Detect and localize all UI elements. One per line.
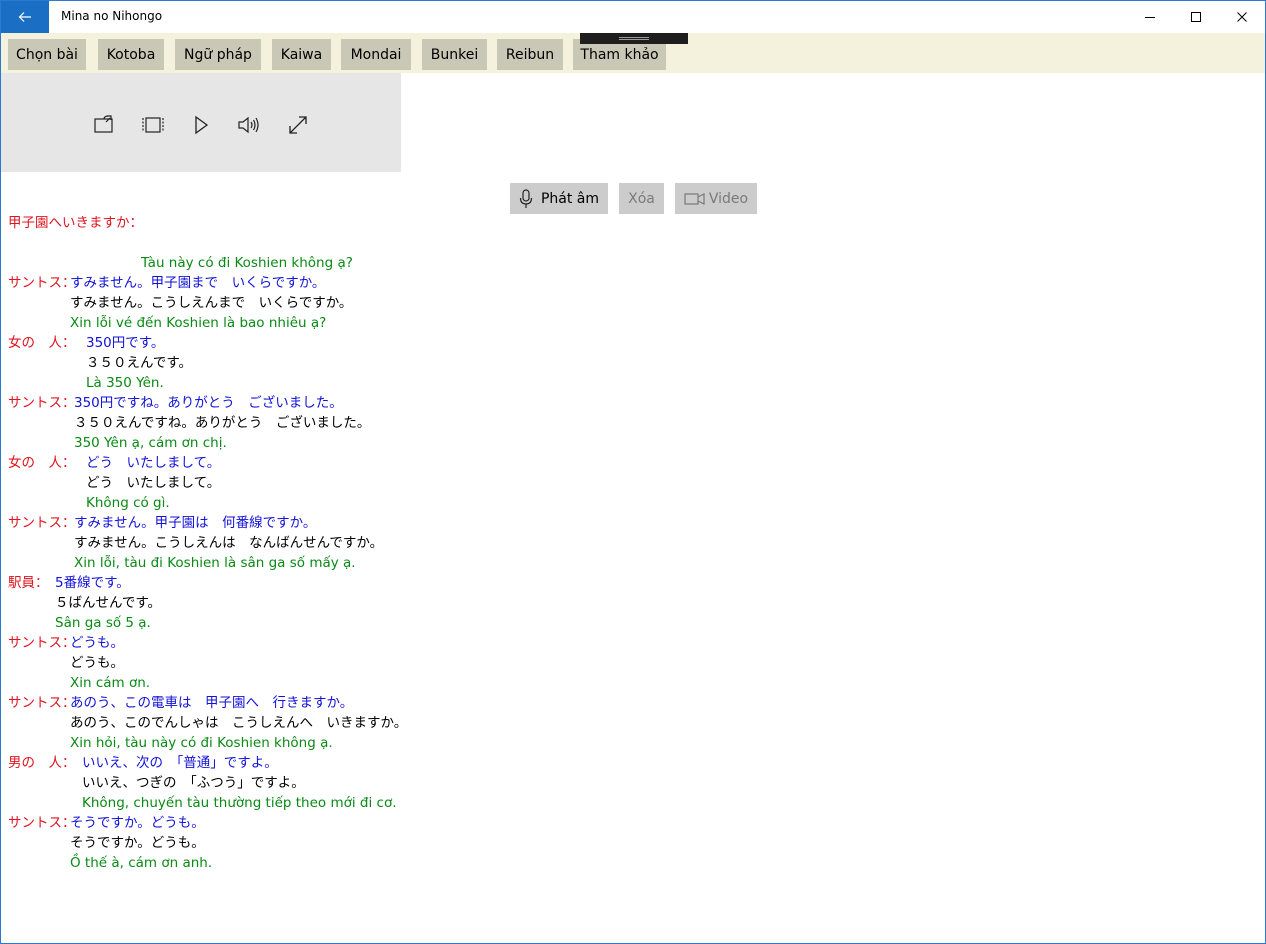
dialogue-intro: Tàu này có đi Koshien không ạ? (141, 255, 353, 271)
tab-chon-bai[interactable]: Chọn bài (8, 39, 86, 70)
play-icon (195, 115, 209, 135)
japanese-line: どうも。 (70, 635, 124, 651)
japanese-line: 350円です。 (86, 335, 165, 351)
video-button[interactable]: Video (675, 183, 757, 214)
reading-line: あのう、このでんしゃは こうしえんへ いきますか。 (70, 715, 408, 731)
title-bar: Mina no Nihongo (1, 1, 1265, 33)
vietnamese-line: Xin cám ơn. (70, 675, 151, 691)
minimize-icon (1145, 17, 1155, 18)
aspect-ratio-icon (142, 117, 164, 133)
drag-handle[interactable] (580, 33, 688, 44)
media-player (1, 73, 401, 172)
tab-reibun[interactable]: Reibun (497, 39, 563, 70)
vietnamese-line: Không, chuyến tàu thường tiếp theo mới đ… (82, 795, 397, 811)
close-button[interactable] (1219, 1, 1265, 33)
japanese-line: どう いたしまして。 (86, 455, 221, 471)
speaker-label: サントス： (8, 395, 76, 411)
record-button[interactable]: Phát âm (510, 183, 608, 214)
maximize-icon (1191, 12, 1201, 22)
reading-line: ５ばんせんです。 (55, 595, 161, 611)
tab-ngu-phap[interactable]: Ngữ pháp (175, 39, 261, 70)
fullscreen-icon (289, 116, 307, 134)
video-camera-icon (684, 192, 705, 205)
cast-icon (94, 115, 113, 133)
tab-mondai[interactable]: Mondai (341, 39, 411, 70)
tab-kaiwa[interactable]: Kaiwa (272, 39, 331, 70)
reading-line: どう いたしまして。 (86, 475, 221, 491)
speaker-label: 女の 人： (8, 335, 76, 351)
fullscreen-button[interactable] (286, 113, 310, 137)
speaker-label: サントス： (8, 635, 76, 651)
reading-line: ３５０えんですね。ありがとう ございました。 (74, 415, 371, 431)
vietnamese-line: Không có gì. (86, 495, 170, 511)
vietnamese-line: Xin lỗi vé đến Koshien là bao nhiêu ạ? (70, 315, 327, 331)
dialogue-title: 甲子園へいきますか： (8, 215, 143, 231)
japanese-line: すみません。甲子園は 何番線ですか。 (74, 515, 317, 531)
reading-line: ３５０えんです。 (86, 355, 192, 371)
speaker-label: サントス： (8, 815, 76, 831)
japanese-line: すみません。甲子園まで いくらですか。 (70, 275, 326, 291)
reading-line: どうも。 (70, 655, 124, 671)
speaker-label: サントス： (8, 515, 76, 531)
maximize-button[interactable] (1173, 1, 1219, 33)
back-arrow-icon (18, 12, 31, 22)
vietnamese-line: Xin hỏi, tàu này có đi Koshien không ạ. (70, 735, 333, 751)
tab-kotoba[interactable]: Kotoba (98, 39, 164, 70)
delete-button[interactable]: Xóa (619, 183, 664, 214)
japanese-line: あのう、この電車は 甲子園へ 行きますか。 (70, 695, 354, 711)
back-button[interactable] (1, 1, 49, 33)
reading-line: そうですか。どうも。 (70, 835, 205, 851)
delete-label: Xóa (628, 190, 655, 207)
window-title: Mina no Nihongo (61, 9, 163, 23)
grip-line (619, 39, 649, 40)
reading-line: すみません。こうしえんまで いくらですか。 (70, 295, 353, 311)
minimize-button[interactable] (1127, 1, 1173, 33)
speaker-label: サントス： (8, 275, 76, 291)
vietnamese-line: Xin lỗi, tàu đi Koshien là sân ga số mấy… (74, 555, 356, 571)
vietnamese-line: Sân ga số 5 ạ. (55, 615, 151, 631)
speaker-label: サントス： (8, 695, 76, 711)
reading-line: すみません。こうしえんは なんばんせんですか。 (74, 535, 384, 551)
record-label: Phát âm (540, 190, 600, 207)
grip-line (619, 37, 649, 38)
microphone-icon (519, 188, 533, 208)
volume-button[interactable] (237, 113, 261, 137)
japanese-line: 5番線です。 (55, 575, 130, 591)
reading-line: いいえ、つぎの 「ふつう」ですよ。 (82, 775, 305, 791)
cast-button[interactable] (93, 113, 117, 137)
vietnamese-line: Ồ thế à, cám ơn anh. (70, 855, 213, 871)
play-button[interactable] (189, 113, 213, 137)
japanese-line: 350円ですね。ありがとう ございました。 (74, 395, 343, 411)
app-window: Mina no Nihongo Chọn bài Kotoba Ngữ pháp… (0, 0, 1266, 944)
speaker-label: 駅員： (8, 575, 49, 591)
speaker-label: 男の 人： (8, 755, 76, 771)
aspect-ratio-button[interactable] (141, 113, 165, 137)
close-icon (1237, 12, 1247, 22)
japanese-line: いいえ、次の 「普通」ですよ。 (82, 755, 278, 771)
speaker-label: 女の 人： (8, 455, 76, 471)
japanese-line: そうですか。どうも。 (70, 815, 205, 831)
tab-bunkei[interactable]: Bunkei (422, 39, 487, 70)
vietnamese-line: Là 350 Yên. (86, 375, 164, 391)
volume-icon (238, 116, 259, 134)
video-label: Video (708, 190, 749, 207)
vietnamese-line: 350 Yên ạ, cám ơn chị. (74, 435, 227, 451)
